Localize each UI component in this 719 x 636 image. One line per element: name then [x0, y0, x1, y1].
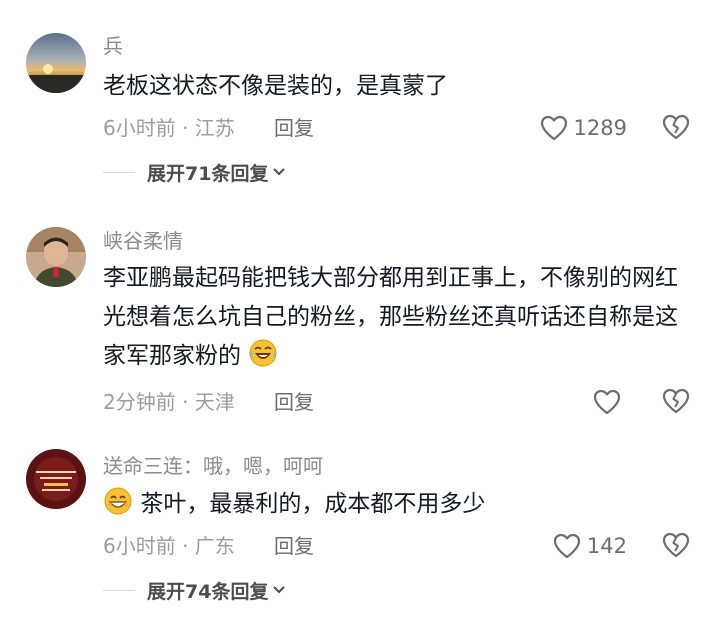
like-count: 1289: [573, 116, 627, 140]
comment-time-location: 6小时前 · 广东: [103, 534, 235, 558]
username[interactable]: 送命三连：哦，嗯，呵呵: [103, 454, 323, 478]
chevron-down-icon: [273, 586, 286, 594]
broken-heart-icon: [662, 532, 690, 558]
comment-text-content: 李亚鹏最起码能把钱大部分都用到正事上，不像别的网红光想着怎么坑自己的粉丝，那些粉…: [103, 265, 678, 369]
expand-replies-label: 展开71条回复: [147, 162, 269, 185]
chevron-down-icon: [273, 168, 286, 176]
comment-text: 老板这状态不像是装的，是真蒙了: [103, 73, 448, 99]
reply-button[interactable]: 回复: [274, 534, 314, 558]
expand-replies-button[interactable]: 展开71条回复: [103, 158, 286, 186]
divider: [103, 589, 135, 591]
username[interactable]: 峡谷柔情: [103, 229, 183, 253]
username[interactable]: 兵: [103, 34, 123, 58]
reply-button[interactable]: 回复: [274, 116, 314, 140]
reply-button[interactable]: 回复: [274, 390, 314, 414]
like-button[interactable]: 1289: [540, 114, 627, 142]
dislike-button[interactable]: [662, 388, 690, 416]
comment-text: 李亚鹏最起码能把钱大部分都用到正事上，不像别的网红光想着怎么坑自己的粉丝，那些粉…: [103, 259, 683, 376]
comment-time-location: 2分钟前 · 天津: [103, 390, 235, 414]
dislike-button[interactable]: [662, 114, 690, 142]
avatar[interactable]: [26, 227, 86, 287]
like-button[interactable]: 142: [553, 532, 627, 560]
dislike-button[interactable]: [662, 532, 690, 560]
comment-text-content: 茶叶，最暴利的，成本都不用多少: [140, 491, 486, 517]
heart-outline-icon: [540, 115, 567, 141]
heart-outline-icon: [593, 389, 621, 415]
broken-heart-icon: [662, 388, 690, 414]
expand-replies-label: 展开74条回复: [147, 580, 269, 603]
like-button[interactable]: [593, 388, 627, 416]
laugh-cry-emoji-icon: [249, 339, 277, 367]
broken-heart-icon: [662, 114, 690, 140]
heart-outline-icon: [553, 533, 581, 559]
like-count: 142: [586, 534, 627, 558]
divider: [103, 171, 135, 173]
grin-emoji-icon: [104, 487, 132, 515]
comment-text: 茶叶，最暴利的，成本都不用多少: [103, 485, 683, 524]
comment-time-location: 6小时前 · 江苏: [103, 116, 235, 140]
avatar[interactable]: [26, 449, 86, 509]
expand-replies-button[interactable]: 展开74条回复: [103, 576, 286, 604]
avatar[interactable]: [26, 33, 86, 93]
